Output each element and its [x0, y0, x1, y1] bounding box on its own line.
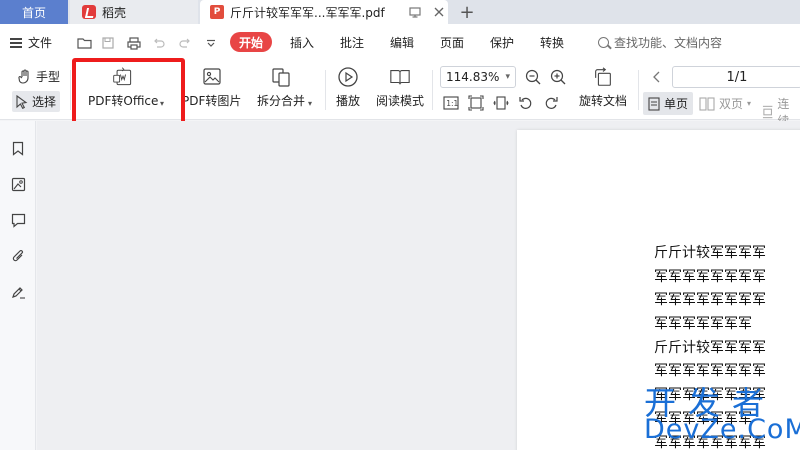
toolbar-divider [638, 70, 639, 110]
tab-pdf-document[interactable]: P 斤斤计较军军军...军军军.pdf [200, 0, 448, 24]
signature-icon[interactable] [9, 283, 27, 301]
plus-icon: + [459, 1, 475, 23]
split-merge-button[interactable]: 拆分合并 [257, 66, 305, 109]
single-page-label: 单页 [664, 97, 689, 111]
save-icon[interactable] [100, 35, 116, 51]
actual-size-icon[interactable]: 1:1 [442, 94, 460, 112]
single-page-button[interactable]: 单页 [643, 92, 694, 115]
rotate-document-icon [592, 66, 614, 88]
text-line: 军军军军军军军军 [654, 268, 766, 285]
menu-tab-insert[interactable]: 插入 [290, 34, 314, 51]
open-folder-icon[interactable] [76, 35, 92, 51]
hand-icon [18, 69, 29, 84]
rotate-right-icon[interactable] [542, 94, 560, 112]
daoke-logo-icon [82, 5, 96, 19]
search-placeholder: 查找功能、文档内容 [614, 36, 723, 50]
menu-tab-annotate[interactable]: 批注 [340, 34, 364, 51]
book-icon [389, 66, 411, 88]
pdf-file-icon: P [210, 5, 224, 19]
left-sidebar [0, 121, 36, 450]
play-icon [337, 66, 359, 88]
play-button[interactable]: 播放 [336, 66, 360, 109]
fit-width-icon[interactable] [492, 94, 510, 112]
hand-tool-button[interactable]: 手型 [18, 68, 60, 85]
tab-home[interactable]: 首页 [0, 0, 68, 24]
svg-text:1:1: 1:1 [446, 99, 458, 108]
highlight-annotation-box [72, 58, 185, 127]
prev-page-chevron-left-icon[interactable] [648, 68, 666, 86]
image-icon [201, 66, 223, 88]
select-tool-label: 选择 [32, 95, 57, 109]
zoom-level-value: 114.83% [446, 70, 500, 84]
text-line: 军军军军军军军军 [654, 292, 766, 309]
split-merge-chevron-down-icon[interactable]: ▾ [308, 99, 312, 108]
select-tool-button[interactable]: 选择 [12, 91, 61, 112]
tab-daoke-label: 稻壳 [102, 5, 127, 20]
continuous-icon [762, 105, 773, 119]
menu-tab-protect[interactable]: 保护 [490, 34, 514, 51]
comment-icon[interactable] [9, 211, 27, 229]
menu-tab-edit[interactable]: 编辑 [390, 34, 414, 51]
read-mode-button[interactable]: 阅读模式 [376, 66, 424, 109]
double-page-button[interactable]: 双页 ▾ [699, 95, 751, 112]
thumbnail-image-icon[interactable] [9, 175, 27, 193]
bookmark-icon[interactable] [9, 139, 27, 157]
tab-daoke[interactable]: 稻壳 [70, 0, 198, 24]
customize-chevron-down-icon[interactable] [203, 35, 219, 51]
rotate-document-label: 旋转文档 [579, 94, 628, 108]
read-mode-label: 阅读模式 [376, 94, 425, 108]
new-tab-button[interactable]: + [456, 0, 478, 24]
undo-icon[interactable] [151, 35, 167, 51]
attachment-icon[interactable] [9, 247, 27, 265]
double-page-chevron-down-icon: ▾ [747, 99, 752, 108]
text-line: 斤斤计较军军军军 [654, 339, 766, 356]
zoom-in-icon[interactable] [549, 68, 567, 86]
text-line: 斤斤计较军军军军 [654, 245, 766, 261]
search-box[interactable]: 查找功能、文档内容 [598, 34, 722, 51]
double-page-icon [699, 96, 715, 111]
watermark-logo: 开发者 DevZe.CoM [642, 376, 800, 450]
pdf-to-image-label: PDF转图片 [182, 94, 242, 108]
toolbar-divider [432, 70, 433, 110]
menu-tab-start[interactable]: 开始 [230, 32, 272, 52]
close-icon[interactable] [430, 3, 448, 21]
tab-pdf-title: 斤斤计较军军军...军军军.pdf [230, 5, 385, 20]
split-merge-icon [270, 66, 292, 88]
rotate-document-button[interactable]: 旋转文档 [579, 66, 627, 109]
page-number-input[interactable]: 1/1 [672, 66, 800, 88]
fit-page-icon[interactable] [467, 94, 485, 112]
zoom-out-icon[interactable] [524, 68, 542, 86]
toolbar-divider [325, 70, 326, 110]
menu-tab-page[interactable]: 页面 [440, 34, 464, 51]
hamburger-icon [10, 37, 22, 48]
screen-icon[interactable] [406, 3, 424, 21]
single-page-icon [648, 96, 660, 111]
text-line: 军军军军军军军 [654, 316, 752, 333]
zoom-chevron-down-icon: ▾ [505, 72, 510, 82]
double-page-label: 双页 [719, 97, 744, 111]
toolbar-divider [70, 70, 71, 110]
file-menu-label: 文件 [28, 36, 53, 50]
redo-icon[interactable] [177, 35, 193, 51]
pdf-to-image-button[interactable]: PDF转图片 [182, 66, 241, 109]
title-bar: 首页 稻壳 P 斤斤计较军军军...军军军.pdf + [0, 0, 800, 24]
file-menu[interactable]: 文件 [10, 34, 52, 51]
rotate-left-icon[interactable] [517, 94, 535, 112]
zoom-level-select[interactable]: 114.83% ▾ [440, 66, 516, 88]
print-icon[interactable] [126, 35, 142, 51]
menu-tab-convert[interactable]: 转换 [540, 34, 564, 51]
split-merge-label: 拆分合并 [257, 94, 306, 108]
hand-tool-label: 手型 [36, 70, 61, 84]
page-indicator-value: 1/1 [726, 69, 748, 85]
play-label: 播放 [336, 94, 361, 108]
menu-bar: 文件 开始 插入 批注 编辑 页面 保护 转换 查找功能、文档内容 [0, 24, 800, 62]
tab-home-label: 首页 [21, 5, 46, 20]
cursor-arrow-icon [16, 94, 28, 109]
search-icon [598, 37, 609, 48]
watermark-bottom-text: DevZe.CoM [644, 414, 800, 445]
